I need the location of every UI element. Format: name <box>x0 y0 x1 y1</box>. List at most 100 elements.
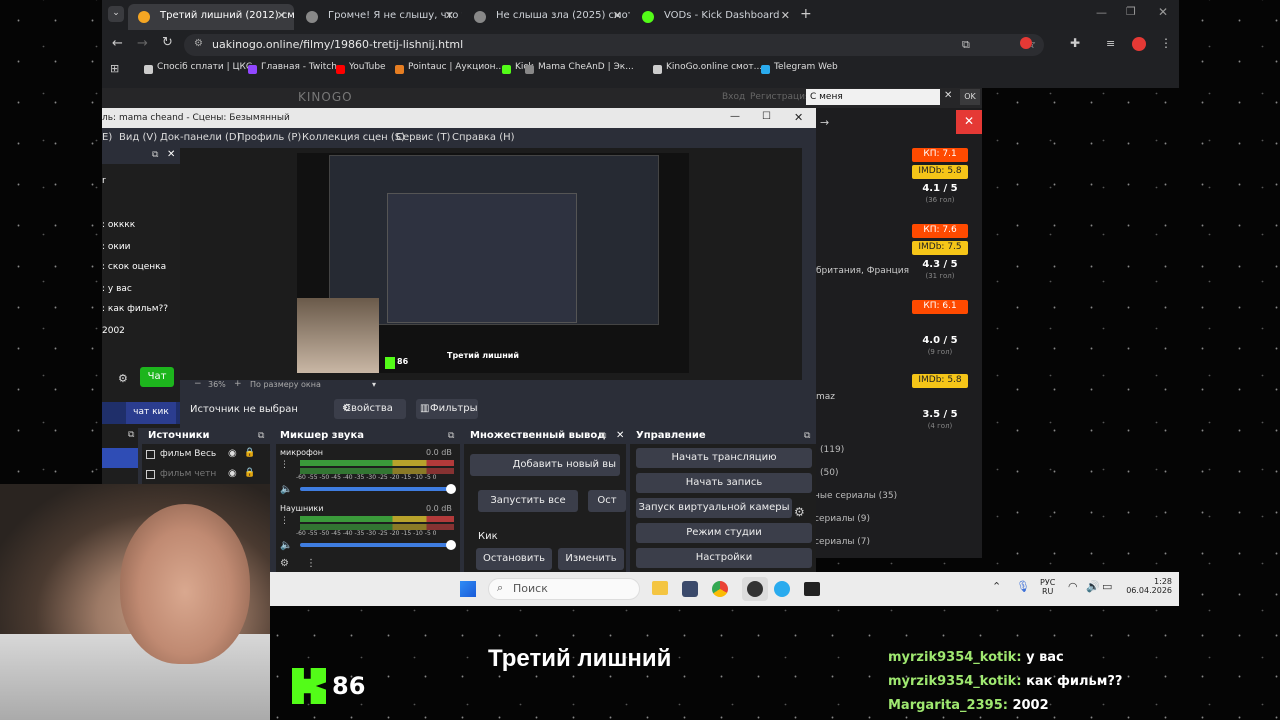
start-icon[interactable] <box>460 581 476 597</box>
dock-close-icon[interactable]: ✕ <box>167 149 175 160</box>
eye-icon[interactable]: ◉ <box>228 448 237 459</box>
install-icon[interactable]: ⧉ <box>962 38 970 52</box>
obs-menu-item[interactable]: E) <box>102 132 112 143</box>
bookmark-item[interactable]: Mama CheAnD | Эк... <box>525 62 634 78</box>
source-item[interactable]: фильм Весь <box>160 449 216 459</box>
clock[interactable]: 1:28 06.04.2026 <box>1120 577 1172 595</box>
obs-menu-item[interactable]: Профиль (P) <box>237 132 301 143</box>
bookmark-item[interactable]: Спосіб сплати | ЦКС <box>144 62 252 78</box>
control-button[interactable]: Запуск виртуальной камеры <box>636 498 792 518</box>
obs-close-button[interactable]: ✕ <box>794 111 803 124</box>
maximize-button[interactable]: ❐ <box>1126 5 1136 18</box>
volume-slider[interactable] <box>300 487 454 491</box>
mic-icon[interactable]: 🎙 <box>1016 580 1030 593</box>
site-logo[interactable]: KINOGO <box>298 90 353 104</box>
control-button[interactable]: Настройки <box>636 548 812 568</box>
chat-kick-tab[interactable]: чат кик <box>126 402 176 424</box>
volume-slider-handle[interactable] <box>446 540 456 550</box>
terminal-icon[interactable] <box>804 582 820 596</box>
tab-search-button[interactable]: ⌄ <box>108 6 124 22</box>
vcam-settings-icon[interactable]: ⚙ <box>794 505 805 519</box>
multi-close-icon[interactable]: ✕ <box>616 430 624 441</box>
category-link[interactable]: сериалы (9) <box>814 514 870 524</box>
obs-taskbar-slot[interactable] <box>742 577 768 601</box>
browser-tab[interactable]: VODs - Kick Dashboard ✕ <box>632 4 798 30</box>
obs-menu-item[interactable]: Сервис (T) <box>396 132 450 143</box>
sources-float-icon[interactable]: ⧉ <box>258 431 264 441</box>
dock-float-icon[interactable]: ⧉ <box>152 150 158 160</box>
speaker-icon[interactable]: 🔈 <box>280 540 292 551</box>
scenes-float-icon[interactable]: ⧉ <box>128 430 134 440</box>
close-window-button[interactable]: ✕ <box>1158 5 1168 19</box>
bookmark-item[interactable]: Telegram Web <box>761 62 838 78</box>
login-link[interactable]: Вход <box>722 92 745 102</box>
mixer-menu-icon[interactable]: ⋮ <box>280 460 289 470</box>
lock-icon[interactable]: 🔒 <box>244 468 255 478</box>
avatar[interactable] <box>1132 37 1146 51</box>
search-ok-button[interactable]: OK <box>960 89 980 105</box>
zoom-out-icon[interactable]: − <box>194 379 202 389</box>
bookmark-item[interactable]: KinoGo.online смот... <box>653 62 762 78</box>
reload-icon[interactable]: ↻ <box>162 35 173 50</box>
chrome-icon[interactable] <box>712 581 728 597</box>
close-popup-button[interactable]: ✕ <box>956 110 982 134</box>
obs-menu-item[interactable]: Коллекция сцен (S) <box>302 132 405 143</box>
register-link[interactable]: Регистрация <box>750 92 810 102</box>
extension-red-icon[interactable] <box>1020 37 1032 49</box>
back-icon[interactable]: ← <box>112 36 123 51</box>
media-icon[interactable]: ≡ <box>1106 37 1115 50</box>
search-clear-icon[interactable]: ✕ <box>944 90 952 101</box>
obs-maximize-button[interactable]: ☐ <box>762 111 771 122</box>
tab-close-icon[interactable]: ✕ <box>277 9 286 22</box>
filters-button[interactable]: ▥ Фильтры <box>416 399 478 419</box>
wifi-icon[interactable]: ◠ <box>1068 580 1078 593</box>
volume-slider-handle[interactable] <box>446 484 456 494</box>
browser-tab[interactable]: Громче! Я не слышу, что ты та✕ <box>296 4 462 30</box>
bookmark-item[interactable]: YouTube <box>336 62 386 78</box>
zoom-fit-label[interactable]: По размеру окна <box>250 380 321 389</box>
control-button[interactable]: Начать запись <box>636 473 812 493</box>
forward-icon[interactable]: → <box>137 36 148 51</box>
apps-grid-icon[interactable]: ⊞ <box>110 62 119 75</box>
browser-tab[interactable]: Не слыша зла (2025) смотрет✕ <box>464 4 630 30</box>
zoom-in-icon[interactable]: + <box>234 379 242 389</box>
tab-close-icon[interactable]: ✕ <box>613 9 622 22</box>
bookmark-item[interactable]: Pointauc | Аукцион... <box>395 62 504 78</box>
more-menu-icon[interactable]: ⋮ <box>1160 36 1172 50</box>
category-link[interactable]: ные сериалы (35) <box>814 491 897 501</box>
file-explorer-icon[interactable] <box>652 581 668 595</box>
control-button[interactable]: Режим студии <box>636 523 812 543</box>
chat-button[interactable]: Чат <box>140 367 174 387</box>
site-info-icon[interactable]: ⚙ <box>194 38 203 49</box>
telegram-icon[interactable] <box>774 581 790 597</box>
control-button[interactable]: Начать трансляцию <box>636 448 812 468</box>
obs-menu-item[interactable]: Справка (H) <box>452 132 515 143</box>
language-indicator[interactable]: РУС RU <box>1040 578 1055 596</box>
mixer-float-icon[interactable]: ⧉ <box>448 431 454 441</box>
eye-icon[interactable]: ◉ <box>228 468 237 479</box>
start-all-button[interactable]: Запустить все <box>478 490 578 512</box>
minimize-button[interactable]: — <box>1096 6 1107 19</box>
lock-icon[interactable]: 🔒 <box>244 448 255 458</box>
zoom-dropdown-icon[interactable]: ▾ <box>372 380 376 389</box>
stop-all-button[interactable]: Ост <box>588 490 626 512</box>
battery-icon[interactable]: ▭ <box>1102 580 1112 593</box>
category-link[interactable]: (50) <box>820 468 838 478</box>
properties-button[interactable]: ⚙ Свойства <box>334 399 406 419</box>
bookmark-item[interactable]: Главная - Twitch <box>248 62 337 78</box>
mixer-menu-icon[interactable]: ⋮ <box>306 558 316 569</box>
controls-float-icon[interactable]: ⧉ <box>804 431 810 441</box>
tab-close-icon[interactable]: ✕ <box>781 9 790 22</box>
address-bar[interactable]: ⚙ uakinogo.online/filmy/19860-tretij-lis… <box>184 34 1044 56</box>
source-checkbox[interactable] <box>146 470 155 479</box>
tab-close-icon[interactable]: ✕ <box>445 9 454 22</box>
site-search-input[interactable]: С меня <box>806 89 940 105</box>
obs-menu-item[interactable]: Вид (V) <box>119 132 157 143</box>
new-tab-button[interactable]: + <box>800 6 812 22</box>
tray-chevron-icon[interactable]: ⌃ <box>992 580 1001 593</box>
volume-slider[interactable] <box>300 543 454 547</box>
category-link[interactable]: сериалы (7) <box>814 537 870 547</box>
multi-float-icon[interactable]: ⧉ <box>600 431 606 441</box>
edit-button[interactable]: Изменить <box>558 548 624 570</box>
chat-settings-icon[interactable]: ⚙ <box>118 372 128 385</box>
